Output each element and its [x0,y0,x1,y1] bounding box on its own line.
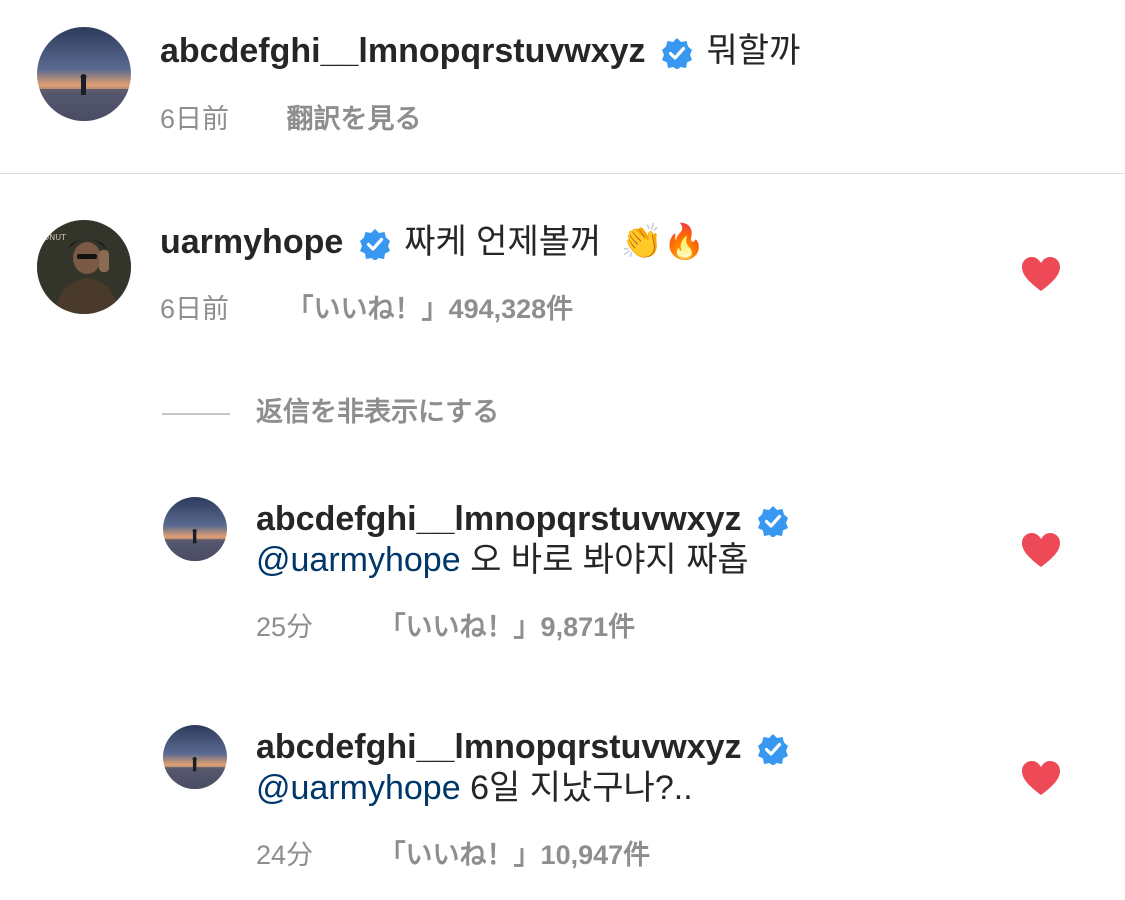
caption-avatar[interactable] [37,27,131,121]
verified-badge-icon [758,506,788,538]
reply-avatar[interactable] [163,725,227,789]
svg-text:ONUT: ONUT [43,233,66,242]
reply-text: 6일 지났구나?.. [470,769,693,807]
reply-text-line: @uarmyhope 6일 지났구나?.. [256,768,693,808]
reply-username[interactable]: abcdefghi__lmnopqrstuvwxyz [256,500,742,538]
caption-username[interactable]: abcdefghi__lmnopqrstuvwxyz [160,32,646,70]
hide-replies-label: 返信を非表示にする [256,397,500,427]
reply-text: 오 바로 봐야지 짜홉 [470,541,749,579]
reply-mention-link[interactable]: @uarmyhope [256,541,461,579]
profile-photo-avatar-image: ONUT [37,220,131,314]
verified-badge-icon [758,734,788,766]
verified-badge-icon [359,229,390,261]
reply-likes-count[interactable]: 「いいね！」9,871件 [379,612,636,642]
heart-icon[interactable] [1021,256,1061,292]
translate-button[interactable]: 翻訳を見る [287,104,422,134]
heart-icon[interactable] [1021,760,1061,796]
reply-avatar[interactable] [163,497,227,561]
reply-likes-count[interactable]: 「いいね！」10,947件 [379,840,651,870]
verified-badge-icon [662,38,692,70]
comment-time: 6日前 [160,294,230,324]
comment-meta: 6日前 「いいね！」494,328件 [160,287,573,326]
caption-meta: 6日前 翻訳を見る [160,97,422,136]
comment-avatar[interactable]: ONUT [37,220,131,314]
comment-username[interactable]: uarmyhope [160,223,343,261]
comment-text: 짜케 언제볼꺼 [404,223,602,261]
reply-meta: 25分 「いいね！」9,871件 [256,605,635,644]
reply-text-line: @uarmyhope 오 바로 봐야지 짜홉 [256,540,749,580]
reply-username[interactable]: abcdefghi__lmnopqrstuvwxyz [256,728,742,766]
clap-fire-emoji: 👏🔥 [620,222,706,262]
hide-replies-button[interactable]: 返信を非表示にする [162,390,499,429]
caption-time: 6日前 [160,104,230,134]
caption-line: abcdefghi__lmnopqrstuvwxyz 뭐할까 [160,31,800,71]
reply-time: 25分 [256,612,314,642]
sunset-avatar-image [163,497,227,561]
caption-text: 뭐할까 [706,32,801,70]
hide-replies-dash [162,412,230,415]
sunset-avatar-image [37,27,131,121]
reply-meta: 24分 「いいね！」10,947件 [256,833,650,872]
reply-username-line: abcdefghi__lmnopqrstuvwxyz [256,727,789,767]
comment-likes-count[interactable]: 「いいね！」494,328件 [287,294,574,324]
heart-icon[interactable] [1021,532,1061,568]
sunset-avatar-image [163,725,227,789]
reply-time: 24分 [256,840,314,870]
reply-mention-link[interactable]: @uarmyhope [256,769,461,807]
comment-line: uarmyhope 짜케 언제볼꺼 👏🔥 [160,222,705,262]
caption-divider [0,173,1125,174]
reply-username-line: abcdefghi__lmnopqrstuvwxyz [256,499,789,539]
